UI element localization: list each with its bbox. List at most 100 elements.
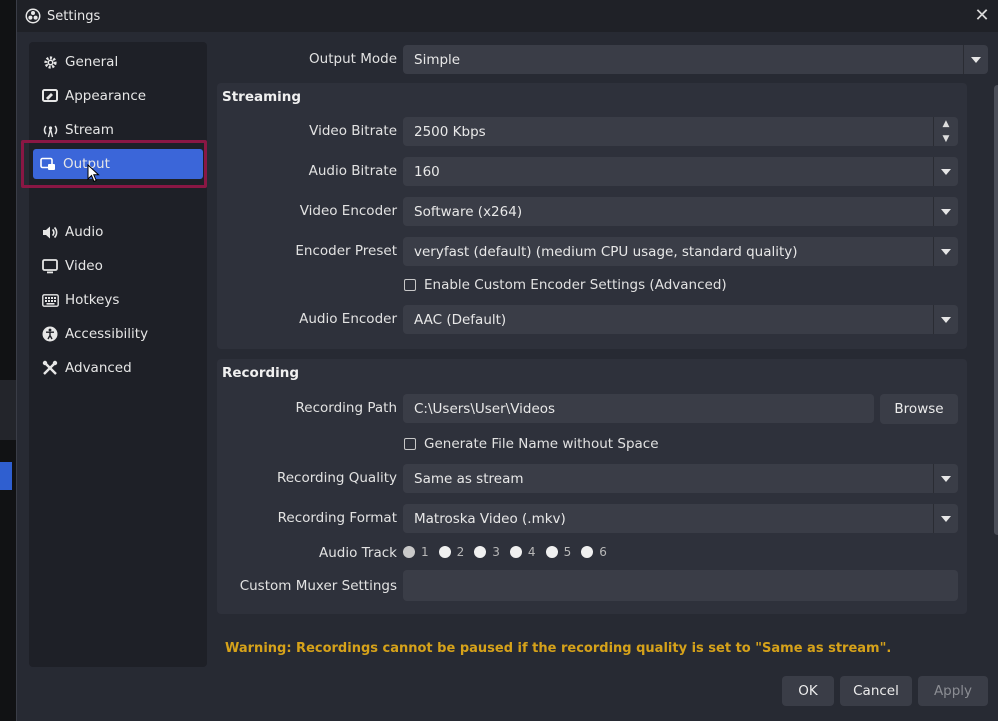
sidebar-item-label: Appearance	[65, 88, 147, 104]
chevron-down-icon	[933, 504, 958, 533]
audio-track-option[interactable]: 1	[403, 545, 429, 559]
audio-track-option[interactable]: 6	[581, 545, 607, 559]
sidebar-item-label: Stream	[65, 122, 114, 138]
close-icon: ✕	[974, 5, 990, 26]
sidebar-item-accessibility[interactable]: Accessibility	[35, 320, 201, 348]
close-button[interactable]: ✕	[971, 5, 993, 27]
sidebar-item-video[interactable]: Video	[35, 252, 201, 280]
ok-button[interactable]: OK	[782, 676, 834, 706]
custom-muxer-label: Custom Muxer Settings	[239, 578, 397, 594]
sidebar-item-general[interactable]: General	[35, 48, 201, 76]
obs-logo-icon	[25, 8, 41, 24]
appearance-icon	[41, 87, 59, 105]
video-bitrate-value: 2500 Kbps	[414, 123, 486, 140]
background-app	[0, 0, 16, 721]
filename-checkbox-row[interactable]: Generate File Name without Space	[404, 436, 659, 452]
recording-path-label: Recording Path	[295, 400, 397, 416]
recording-format-select[interactable]: Matroska Video (.mkv)	[403, 504, 958, 533]
speaker-icon	[41, 223, 59, 241]
radio-button[interactable]	[581, 546, 594, 558]
sidebar-item-appearance[interactable]: Appearance	[35, 82, 201, 110]
audio-track-number: 1	[421, 545, 429, 559]
audio-track-option[interactable]: 3	[474, 545, 500, 559]
audio-bitrate-select[interactable]: 160	[403, 157, 958, 186]
chevron-down-icon	[933, 464, 958, 493]
bitrate-spinner[interactable]: ▲ ▼	[933, 117, 958, 146]
audio-track-radio-group: 1 2 3 4 5 6	[403, 545, 617, 559]
custom-encoder-checkbox[interactable]	[404, 279, 416, 291]
settings-scrollbar[interactable]	[993, 45, 998, 665]
radio-button[interactable]	[403, 546, 415, 558]
recording-format-label: Recording Format	[277, 510, 397, 526]
monitor-icon	[41, 257, 59, 275]
audio-track-number: 4	[527, 545, 536, 559]
warning-message: Warning: Recordings cannot be paused if …	[225, 641, 892, 656]
audio-track-option[interactable]: 5	[545, 545, 572, 559]
audio-encoder-select[interactable]: AAC (Default)	[403, 305, 958, 334]
video-encoder-value: Software (x264)	[414, 203, 523, 220]
recording-path-input[interactable]: C:\Users\User\Videos	[403, 394, 874, 423]
output-mode-label: Output Mode	[309, 51, 397, 67]
generate-filename-checkbox-label: Generate File Name without Space	[424, 436, 659, 452]
accessibility-icon	[41, 325, 59, 343]
spin-up-icon[interactable]: ▲	[934, 117, 958, 132]
streaming-group-title: Streaming	[222, 89, 302, 105]
audio-track-number: 6	[599, 545, 607, 559]
audio-track-number: 5	[563, 545, 572, 559]
keyboard-icon	[41, 291, 59, 309]
settings-window: Settings ✕ General Appearance Stream Aud…	[16, 0, 998, 721]
recording-path-value: C:\Users\User\Videos	[414, 400, 556, 417]
title-bar: Settings ✕	[17, 0, 998, 32]
chevron-down-icon	[933, 237, 958, 266]
encoder-preset-value: veryfast (default) (medium CPU usage, st…	[414, 243, 798, 260]
sidebar-item-label: Audio	[65, 224, 104, 240]
radio-button[interactable]	[509, 546, 522, 558]
audio-encoder-label: Audio Encoder	[299, 311, 397, 327]
spin-down-icon[interactable]: ▼	[934, 132, 958, 147]
custom-encoder-checkbox-row[interactable]: Enable Custom Encoder Settings (Advanced…	[404, 277, 727, 293]
sidebar-item-audio[interactable]: Audio	[35, 218, 201, 246]
audio-bitrate-label: Audio Bitrate	[308, 163, 397, 179]
radio-button[interactable]	[438, 546, 451, 558]
audio-encoder-value: AAC (Default)	[414, 311, 507, 328]
sidebar-item-hotkeys[interactable]: Hotkeys	[35, 286, 201, 314]
antenna-icon	[41, 121, 59, 139]
output-mode-select[interactable]: Simple	[403, 45, 988, 74]
audio-track-number: 2	[456, 545, 465, 559]
custom-encoder-checkbox-label: Enable Custom Encoder Settings (Advanced…	[424, 277, 727, 293]
cancel-button[interactable]: Cancel	[840, 676, 912, 706]
video-bitrate-label: Video Bitrate	[309, 123, 397, 139]
encoder-preset-label: Encoder Preset	[295, 243, 397, 259]
audio-bitrate-value: 160	[414, 163, 440, 180]
audio-track-option[interactable]: 4	[509, 545, 536, 559]
radio-button[interactable]	[545, 546, 558, 558]
browse-button[interactable]: Browse	[880, 394, 958, 424]
sidebar-item-label: Hotkeys	[65, 292, 120, 308]
sidebar-item-label: General	[65, 54, 119, 70]
recording-quality-select[interactable]: Same as stream	[403, 464, 958, 493]
audio-track-option[interactable]: 2	[438, 545, 465, 559]
chevron-down-icon	[933, 305, 958, 334]
encoder-preset-select[interactable]: veryfast (default) (medium CPU usage, st…	[403, 237, 958, 266]
output-settings-panel: Output Mode Simple Streaming Video Bitra…	[217, 42, 998, 672]
output-mode-value: Simple	[414, 51, 461, 68]
gear-icon	[41, 53, 59, 71]
video-bitrate-spinbox[interactable]: 2500 Kbps ▲ ▼	[403, 117, 958, 146]
sidebar-item-advanced[interactable]: Advanced	[35, 354, 201, 382]
generate-filename-checkbox[interactable]	[404, 438, 416, 450]
scrollbar-thumb[interactable]	[994, 85, 998, 535]
custom-muxer-input[interactable]	[403, 570, 958, 601]
video-encoder-label: Video Encoder	[299, 203, 397, 219]
mouse-cursor-icon	[87, 164, 100, 183]
video-encoder-select[interactable]: Software (x264)	[403, 197, 958, 226]
chevron-down-icon	[963, 45, 988, 74]
sidebar-item-label: Accessibility	[65, 326, 149, 342]
apply-button[interactable]: Apply	[918, 676, 988, 706]
recording-quality-value: Same as stream	[414, 470, 524, 487]
recording-quality-label: Recording Quality	[276, 470, 397, 486]
sidebar-item-label: Advanced	[65, 360, 132, 376]
recording-group-title: Recording	[222, 365, 300, 381]
annotation-highlight-box	[21, 140, 207, 188]
sidebar-item-label: Video	[65, 258, 103, 274]
radio-button[interactable]	[474, 546, 487, 558]
